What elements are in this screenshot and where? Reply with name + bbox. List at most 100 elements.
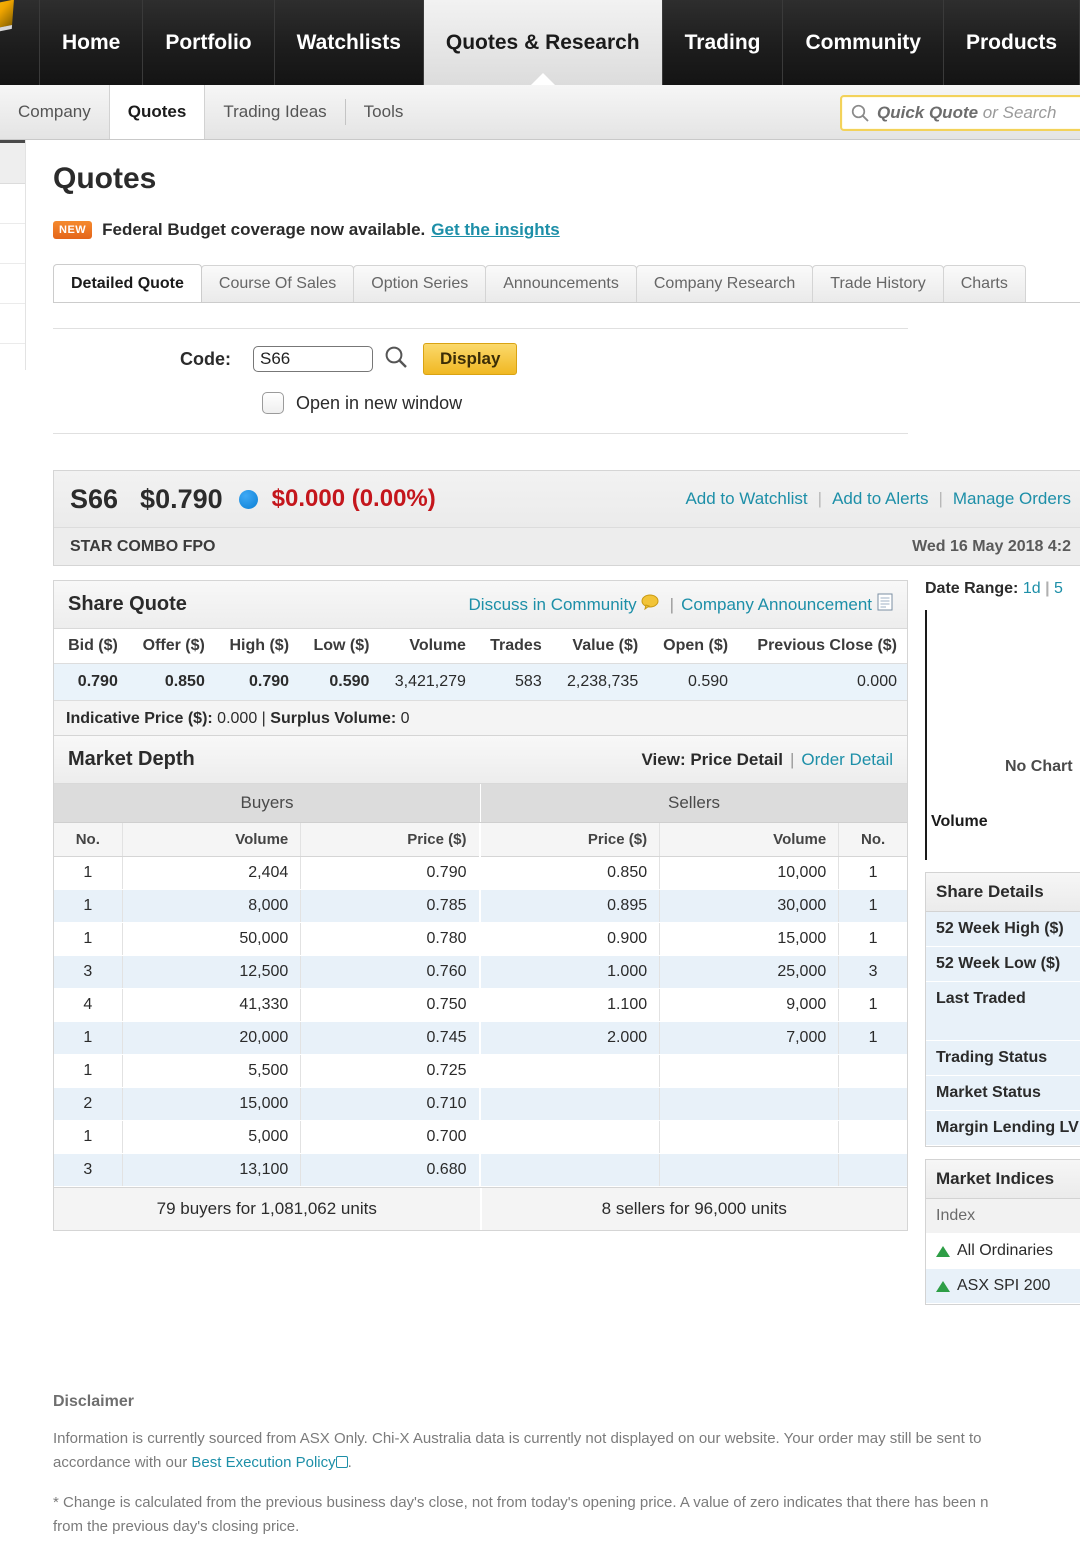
open-in-new-window-row[interactable]: Open in new window	[262, 392, 462, 414]
cell-seller-price	[480, 1120, 660, 1154]
table-row	[480, 1153, 907, 1187]
code-input[interactable]	[253, 346, 373, 372]
subnav-item-company[interactable]: Company	[0, 85, 109, 139]
tab-detailed-quote[interactable]: Detailed Quote	[53, 264, 202, 302]
subnav-item-quotes[interactable]: Quotes	[108, 85, 206, 139]
left-sidebar-rail	[0, 140, 26, 370]
order-detail-link[interactable]: Order Detail	[801, 750, 893, 770]
cell-buyer-no: 3	[54, 1153, 123, 1187]
tab-option-series[interactable]: Option Series	[353, 265, 487, 302]
tab-course-of-sales[interactable]: Course Of Sales	[200, 265, 355, 302]
add-to-watchlist-link[interactable]: Add to Watchlist	[685, 489, 807, 509]
cell-buyer-volume: 20,000	[122, 1021, 302, 1055]
rail-item[interactable]	[0, 184, 25, 224]
date-range-5d[interactable]: 5	[1054, 580, 1063, 597]
market-index-row[interactable]: ASX SPI 200	[926, 1269, 1080, 1304]
open-in-new-window-checkbox[interactable]	[262, 392, 284, 414]
code-label: Code:	[180, 348, 231, 369]
cell-seller-price	[480, 1054, 660, 1088]
cell-seller-no: 1	[838, 922, 907, 956]
nav-label: Products	[965, 30, 1057, 54]
quick-quote-search-box[interactable]: Quick Quote or Search	[840, 95, 1080, 131]
sellers-label: Sellers	[668, 793, 720, 812]
tab-company-research[interactable]: Company Research	[635, 265, 814, 302]
share-quote-footer: Indicative Price ($): 0.000 | Surplus Vo…	[54, 700, 907, 737]
cell-trades: 583	[475, 663, 552, 700]
disclaimer-paragraph-2: * Change is calculated from the previous…	[53, 1491, 1080, 1539]
divider: |	[1045, 580, 1050, 597]
search-icon[interactable]	[383, 344, 409, 375]
open-in-new-window-label: Open in new window	[296, 392, 463, 413]
table-row: 0.895 30,000 1	[480, 889, 907, 923]
cell-buyer-no: 2	[54, 1087, 123, 1121]
quote-price: $0.790	[140, 483, 223, 514]
table-row: 3 13,100 0.680	[54, 1153, 480, 1187]
rail-item[interactable]	[0, 224, 25, 264]
manage-orders-link[interactable]: Manage Orders	[953, 489, 1071, 509]
company-announcement-link[interactable]: Company Announcement	[681, 595, 872, 615]
nav-item-trading[interactable]: Trading	[663, 0, 784, 85]
nav-item-community[interactable]: Community	[783, 0, 944, 85]
promo-text: Federal Budget coverage now available.	[102, 220, 426, 239]
tab-label: Trade History	[830, 275, 926, 292]
promo-link[interactable]: Get the insights	[431, 220, 559, 240]
table-row: 3 12,500 0.760	[54, 955, 480, 989]
cell-seller-price: 2.000	[480, 1021, 660, 1055]
cell-seller-volume	[659, 1087, 839, 1121]
table-row: 2 15,000 0.710	[54, 1087, 480, 1121]
cell-buyer-no: 1	[54, 1120, 123, 1154]
disclaimer-period: .	[347, 1454, 352, 1471]
nav-item-products[interactable]: Products	[944, 0, 1080, 85]
tab-trade-history[interactable]: Trade History	[812, 265, 944, 302]
nav-item-home[interactable]: Home	[40, 0, 144, 85]
col-seller-no: No.	[838, 823, 907, 857]
discuss-in-community-link[interactable]: Discuss in Community	[469, 595, 637, 615]
surplus-volume-label: Surplus Volume:	[270, 710, 397, 727]
date-range-1d[interactable]: 1d	[1023, 580, 1041, 597]
display-button[interactable]: Display	[423, 343, 518, 375]
cell-volume: 3,421,279	[379, 663, 476, 700]
tab-announcements[interactable]: Announcements	[485, 265, 637, 302]
cell-seller-volume	[659, 1054, 839, 1088]
cell-buyer-no: 1	[54, 1054, 123, 1088]
nav-item-quotes-research[interactable]: Quotes & Research	[423, 0, 663, 86]
display-button-label: Display	[440, 349, 501, 368]
cell-buyer-no: 1	[54, 922, 123, 956]
cell-buyer-price: 0.745	[300, 1021, 480, 1055]
market-indices-title: Market Indices	[926, 1160, 1080, 1199]
cell-buyer-price: 0.700	[300, 1120, 480, 1154]
buyers-total: 79 buyers for 1,081,062 units	[54, 1188, 482, 1230]
disclaimer-text-line1: Information is currently sourced from AS…	[53, 1430, 982, 1447]
nav-label: Home	[61, 30, 121, 54]
subnav-label: Quotes	[127, 102, 187, 121]
add-to-alerts-link[interactable]: Add to Alerts	[832, 489, 928, 509]
share-detail-52-week-high: 52 Week High ($)	[926, 912, 1080, 947]
rail-item[interactable]	[0, 304, 25, 344]
status-indicator-icon	[238, 489, 258, 509]
site-logo[interactable]	[0, 0, 40, 85]
table-row	[480, 1087, 907, 1121]
table-row	[480, 1120, 907, 1154]
market-index-row[interactable]: All Ordinaries	[926, 1234, 1080, 1269]
nav-item-watchlists[interactable]: Watchlists	[275, 0, 424, 85]
subnav-item-tools[interactable]: Tools	[346, 85, 422, 139]
best-execution-policy-link[interactable]: Best Execution Policy	[191, 1454, 335, 1471]
table-header-row: No. Volume Price ($)	[54, 823, 480, 857]
share-quote-links: Discuss in Community | Company Announcem…	[469, 593, 893, 616]
cell-bid: 0.790	[54, 663, 128, 700]
cell-buyer-volume: 5,000	[122, 1120, 302, 1154]
cell-buyer-price: 0.790	[300, 856, 480, 890]
tab-charts[interactable]: Charts	[942, 265, 1026, 302]
col-buyer-no: No.	[54, 823, 123, 857]
arrow-up-icon	[936, 1280, 950, 1292]
buyers-label: Buyers	[54, 784, 481, 822]
cell-buyer-price: 0.780	[300, 922, 480, 956]
rail-active-item[interactable]	[0, 140, 25, 184]
volume-axis-label: Volume	[931, 813, 988, 830]
rail-item[interactable]	[0, 264, 25, 304]
subnav-item-trading-ideas[interactable]: Trading Ideas	[205, 85, 344, 139]
cell-buyer-price: 0.785	[300, 889, 480, 923]
share-quote-table: Bid ($) Offer ($) High ($) Low ($) Volum…	[54, 629, 907, 700]
tab-label: Course Of Sales	[218, 275, 337, 292]
nav-item-portfolio[interactable]: Portfolio	[143, 0, 275, 85]
